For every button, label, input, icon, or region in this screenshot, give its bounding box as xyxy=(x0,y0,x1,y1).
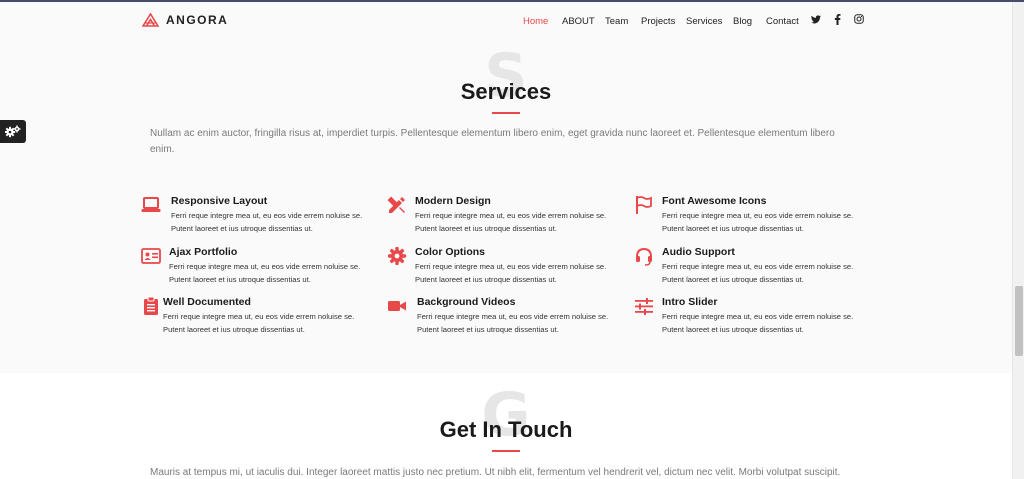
services-title: Services xyxy=(460,79,552,104)
service-title: Ajax Portfolio xyxy=(169,246,238,258)
nav-services[interactable]: Services xyxy=(686,16,722,27)
settings-toggle-button[interactable] xyxy=(0,120,26,143)
nav-blog[interactable]: Blog xyxy=(733,16,752,27)
page-scrollbar[interactable] xyxy=(1012,2,1024,479)
instagram-icon[interactable] xyxy=(853,13,865,25)
gear-icon xyxy=(388,247,406,265)
service-text: Ferri reque integre mea ut, eu eos vide … xyxy=(163,312,355,334)
sliders-icon xyxy=(635,298,653,315)
service-text: Ferri reque integre mea ut, eu eos vide … xyxy=(662,262,854,284)
service-title: Background Videos xyxy=(417,296,516,308)
nav-home[interactable]: Home xyxy=(523,16,548,27)
service-text: Ferri reque integre mea ut, eu eos vide … xyxy=(415,211,607,233)
service-title: Intro Slider xyxy=(662,296,718,308)
scrollbar-thumb[interactable] xyxy=(1015,286,1023,356)
service-text: Ferri reque integre mea ut, eu eos vide … xyxy=(169,262,361,284)
nav-team[interactable]: Team xyxy=(605,16,628,27)
service-title: Responsive Layout xyxy=(171,195,268,207)
clipboard-icon xyxy=(144,296,158,315)
service-title: Color Options xyxy=(415,246,485,258)
navbar: ANGORA Home ABOUT Team Projects Services… xyxy=(0,2,1012,40)
nav-contact[interactable]: Contact xyxy=(766,16,799,27)
laptop-icon xyxy=(141,197,161,212)
service-title: Font Awesome Icons xyxy=(662,195,767,207)
contact-section: G Get In Touch Mauris at tempus mi, ut i… xyxy=(0,373,1012,479)
services-title-underline xyxy=(492,112,520,114)
services-section: S Services Nullam ac enim auctor, fringi… xyxy=(0,40,1012,373)
twitter-icon[interactable] xyxy=(810,13,822,25)
services-description: Nullam ac enim auctor, fringilla risus a… xyxy=(150,128,835,155)
service-text: Ferri reque integre mea ut, eu eos vide … xyxy=(171,211,363,233)
gears-icon xyxy=(5,125,21,138)
nav-projects[interactable]: Projects xyxy=(641,16,675,27)
nav-about[interactable]: ABOUT xyxy=(562,16,595,27)
service-text: Ferri reque integre mea ut, eu eos vide … xyxy=(417,312,609,334)
video-camera-icon xyxy=(388,301,406,311)
service-text: Ferri reque integre mea ut, eu eos vide … xyxy=(662,211,854,233)
contact-description: Mauris at tempus mi, ut iaculis dui. Int… xyxy=(150,467,841,478)
flag-icon xyxy=(636,196,652,214)
id-card-icon xyxy=(141,248,161,264)
service-title: Well Documented xyxy=(163,296,251,308)
contact-title: Get In Touch xyxy=(439,417,573,442)
service-text: Ferri reque integre mea ut, eu eos vide … xyxy=(662,312,854,334)
facebook-icon[interactable] xyxy=(831,13,843,25)
headset-icon xyxy=(636,247,652,266)
service-title: Audio Support xyxy=(662,246,735,258)
service-text: Ferri reque integre mea ut, eu eos vide … xyxy=(415,262,607,284)
contact-title-underline xyxy=(492,450,520,452)
service-title: Modern Design xyxy=(415,195,491,207)
pencil-ruler-icon xyxy=(387,196,405,213)
